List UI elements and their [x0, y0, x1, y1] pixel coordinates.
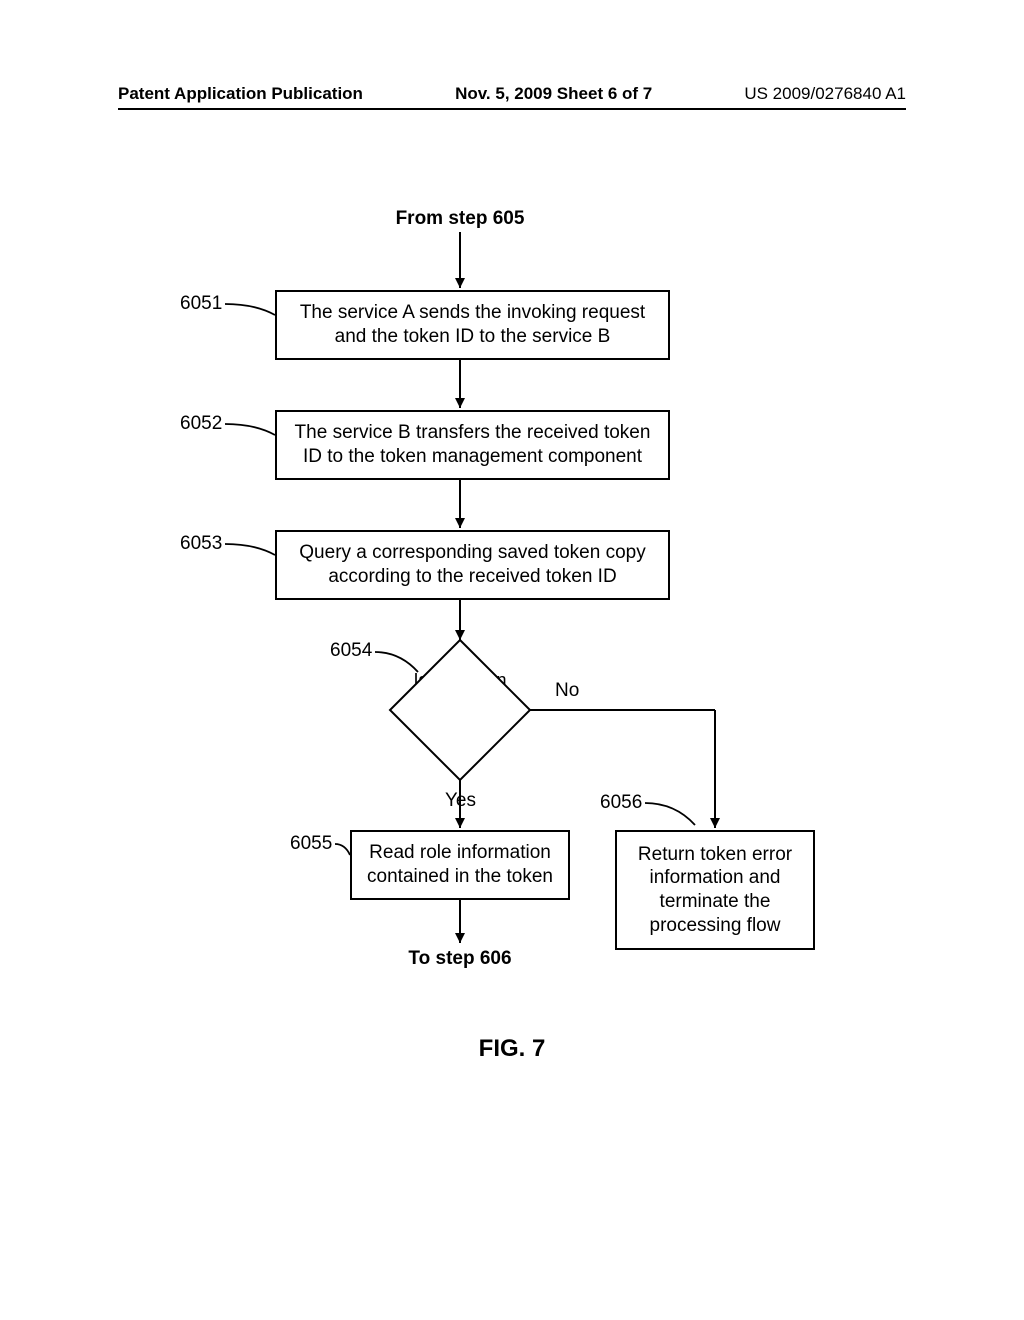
flowchart: From step 605 The service A sends the in…: [0, 0, 1024, 1320]
flowchart-svg: [0, 0, 1024, 1320]
